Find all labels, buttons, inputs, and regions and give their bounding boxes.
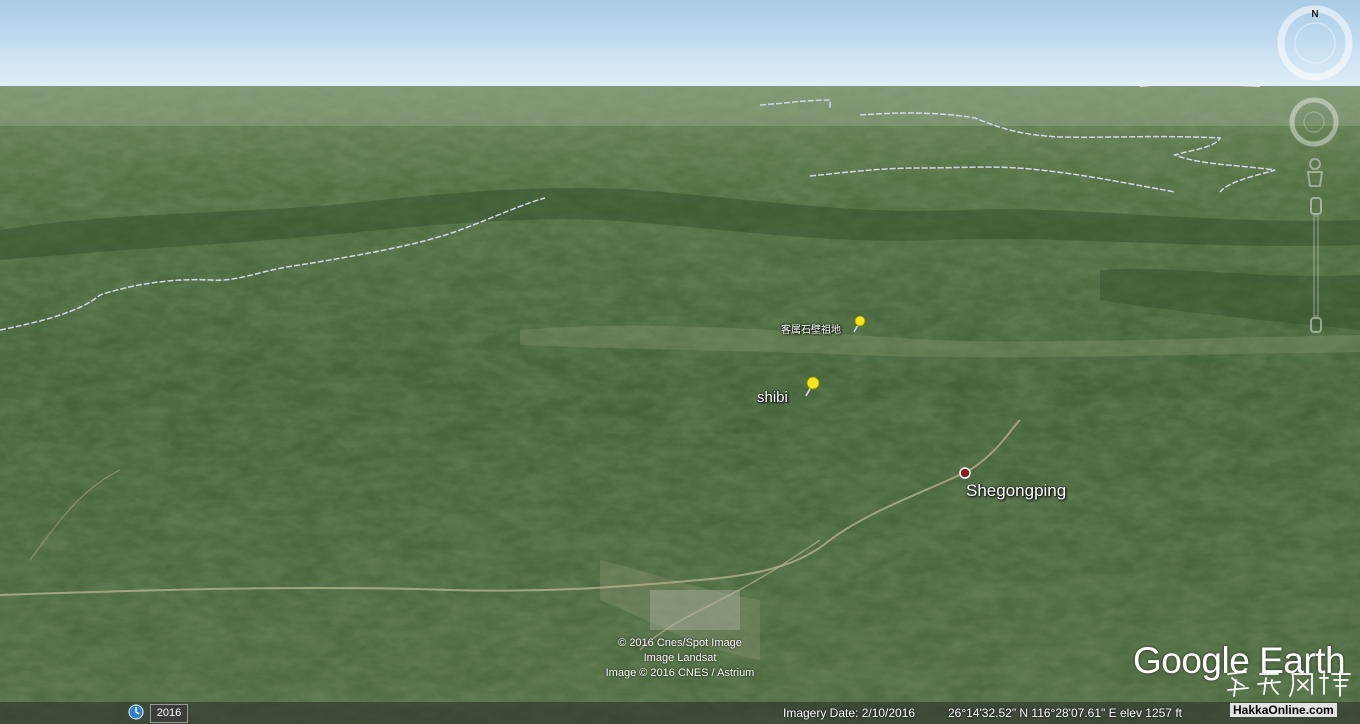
map-viewport[interactable]: 客属石壁祖地 shibi Shegongping N © 2016 Cnes/S… xyxy=(0,0,1360,724)
compass-north-label: N xyxy=(1311,9,1318,20)
look-joystick-icon[interactable] xyxy=(1289,97,1339,147)
calligraphy-watermark xyxy=(1227,671,1351,697)
place-point-icon[interactable] xyxy=(958,466,972,480)
credit-line: Image © 2016 CNES / Astrium xyxy=(605,667,755,679)
placemark-label-shibi[interactable]: shibi xyxy=(757,389,788,406)
historical-imagery-year[interactable]: 2016 xyxy=(150,704,188,723)
placemark-label-shegongping[interactable]: Shegongping xyxy=(966,481,1066,501)
pushpin-icon[interactable] xyxy=(800,374,824,398)
site-watermark: HakkaOnline.com xyxy=(1230,703,1337,717)
compass-icon[interactable]: N xyxy=(1276,4,1354,82)
imagery-credits: © 2016 Cnes/Spot Image Image Landsat Ima… xyxy=(560,636,800,681)
terrain-imagery xyxy=(0,82,1360,724)
zoom-slider-icon[interactable] xyxy=(1305,196,1327,336)
pushpin-icon[interactable] xyxy=(849,314,869,334)
imagery-date: Imagery Date: 2/10/2016 xyxy=(783,706,916,720)
credit-line: Image Landsat xyxy=(643,652,717,664)
credit-line: © 2016 Cnes/Spot Image xyxy=(618,637,742,649)
clock-icon[interactable] xyxy=(128,704,144,720)
placemark-label-kejia-shibi[interactable]: 客属石壁祖地 xyxy=(781,321,841,336)
pegman-icon[interactable] xyxy=(1303,158,1327,194)
cursor-coordinates: 26°14'32.52" N 116°28'07.61" E elev 1257… xyxy=(948,706,1182,720)
